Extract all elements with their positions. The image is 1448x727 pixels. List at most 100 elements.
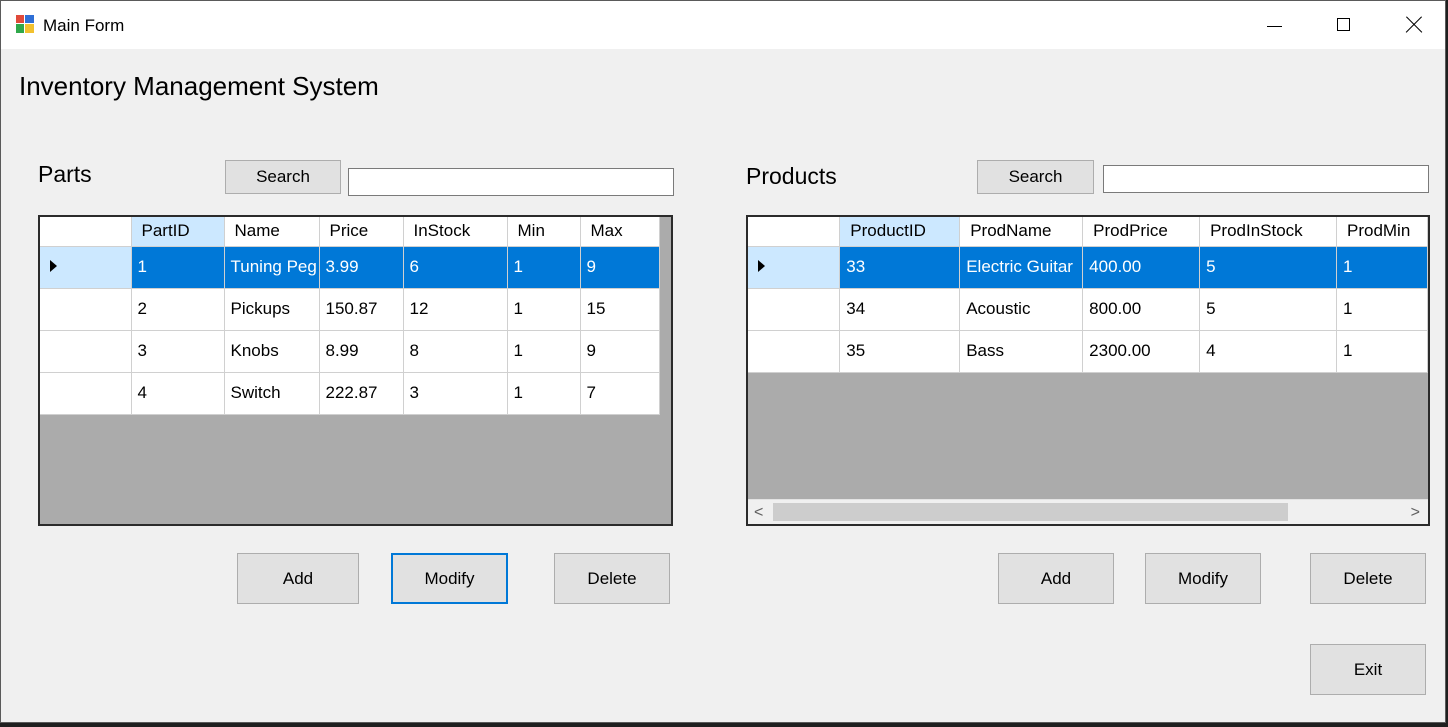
products-cell[interactable]: 2300.00 — [1082, 330, 1201, 373]
products-delete-button[interactable]: Delete — [1310, 553, 1426, 604]
products-cell[interactable]: 35 — [839, 330, 961, 373]
parts-modify-button[interactable]: Modify — [391, 553, 508, 604]
products-cell[interactable]: Electric Guitar — [959, 246, 1084, 289]
products-cell[interactable]: 34 — [839, 288, 961, 331]
parts-header-row: PartID Name Price InStock Min Max — [40, 217, 660, 247]
form-app-icon — [16, 15, 34, 33]
parts-col-header[interactable]: PartID — [131, 217, 225, 247]
parts-label: Parts — [38, 161, 92, 187]
parts-col-header[interactable]: Price — [319, 217, 404, 247]
current-row-arrow-icon — [50, 260, 57, 272]
scrollbar-thumb[interactable] — [773, 503, 1288, 521]
row-header[interactable] — [748, 288, 841, 331]
close-icon — [1406, 17, 1422, 33]
row-header[interactable] — [748, 330, 841, 373]
title-bar[interactable]: Main Form — [1, 1, 1445, 49]
parts-row[interactable]: 3 Knobs 8.99 8 1 9 — [40, 330, 660, 373]
scroll-left-icon[interactable]: < — [754, 504, 763, 522]
parts-col-header[interactable]: Min — [507, 217, 581, 247]
products-corner-header[interactable] — [748, 217, 841, 247]
products-search-button[interactable]: Search — [977, 160, 1094, 194]
parts-cell[interactable]: 150.87 — [319, 288, 404, 331]
parts-corner-header[interactable] — [40, 217, 132, 247]
parts-row[interactable]: 4 Switch 222.87 3 1 7 — [40, 372, 660, 415]
products-search-input[interactable] — [1103, 165, 1429, 193]
maximize-button[interactable] — [1309, 1, 1379, 49]
parts-cell[interactable]: 12 — [403, 288, 508, 331]
products-col-header[interactable]: ProductID — [839, 217, 961, 247]
parts-cell[interactable]: 222.87 — [319, 372, 404, 415]
products-cell[interactable]: 400.00 — [1082, 246, 1201, 289]
products-modify-button[interactable]: Modify — [1145, 553, 1261, 604]
products-cell[interactable]: Acoustic — [959, 288, 1084, 331]
parts-col-header[interactable]: Name — [224, 217, 320, 247]
products-col-header[interactable]: ProdName — [959, 217, 1084, 247]
exit-button[interactable]: Exit — [1310, 644, 1426, 695]
products-horizontal-scrollbar[interactable]: < > — [748, 499, 1428, 524]
parts-cell[interactable]: 4 — [131, 372, 225, 415]
row-header[interactable] — [40, 330, 132, 373]
close-button[interactable] — [1379, 1, 1448, 49]
parts-cell[interactable]: 1 — [507, 330, 581, 373]
row-header[interactable] — [40, 372, 132, 415]
parts-search-button[interactable]: Search — [225, 160, 341, 194]
parts-cell[interactable]: 8 — [403, 330, 508, 373]
products-cell[interactable]: Bass — [959, 330, 1084, 373]
minimize-icon — [1267, 26, 1282, 27]
row-header[interactable] — [40, 246, 132, 289]
parts-cell[interactable]: 6 — [403, 246, 508, 289]
parts-cell[interactable]: 1 — [507, 372, 581, 415]
products-header-row: ProductID ProdName ProdPrice ProdInStock… — [748, 217, 1428, 247]
row-header[interactable] — [40, 288, 132, 331]
products-row[interactable]: 35 Bass 2300.00 4 1 — [748, 330, 1428, 373]
products-row[interactable]: 33 Electric Guitar 400.00 5 1 — [748, 246, 1428, 289]
products-col-header[interactable]: ProdInStock — [1199, 217, 1337, 247]
products-label: Products — [746, 163, 837, 189]
scroll-right-icon[interactable]: > — [1411, 504, 1420, 522]
parts-cell[interactable]: Switch — [224, 372, 320, 415]
products-col-header[interactable]: ProdMin — [1336, 217, 1428, 247]
minimize-button[interactable] — [1239, 1, 1309, 49]
window-title: Main Form — [43, 16, 125, 35]
parts-search-input[interactable] — [348, 168, 674, 196]
parts-cell[interactable]: 3.99 — [319, 246, 404, 289]
parts-cell[interactable]: 8.99 — [319, 330, 404, 373]
products-cell[interactable]: 800.00 — [1082, 288, 1201, 331]
products-cell[interactable]: 5 — [1199, 288, 1337, 331]
parts-row[interactable]: 2 Pickups 150.87 12 1 15 — [40, 288, 660, 331]
products-col-header[interactable]: ProdPrice — [1082, 217, 1201, 247]
parts-cell[interactable]: 3 — [131, 330, 225, 373]
products-add-button[interactable]: Add — [998, 553, 1114, 604]
parts-cell[interactable]: 15 — [580, 288, 660, 331]
parts-col-header[interactable]: Max — [580, 217, 660, 247]
products-cell[interactable]: 1 — [1336, 330, 1428, 373]
parts-cell[interactable]: 9 — [580, 246, 660, 289]
products-grid[interactable]: ProductID ProdName ProdPrice ProdInStock… — [746, 215, 1430, 526]
main-form-window: Main Form Inventory Management System Pa… — [0, 0, 1446, 723]
products-cell[interactable]: 4 — [1199, 330, 1337, 373]
parts-cell[interactable]: Pickups — [224, 288, 320, 331]
parts-cell[interactable]: 1 — [507, 246, 581, 289]
parts-grid[interactable]: PartID Name Price InStock Min Max 1 Tuni… — [38, 215, 673, 526]
parts-cell[interactable]: 1 — [507, 288, 581, 331]
parts-delete-button[interactable]: Delete — [554, 553, 670, 604]
parts-cell[interactable]: Tuning Peg — [224, 246, 320, 289]
parts-row[interactable]: 1 Tuning Peg 3.99 6 1 9 — [40, 246, 660, 289]
row-header[interactable] — [748, 246, 841, 289]
products-cell[interactable]: 5 — [1199, 246, 1337, 289]
products-cell[interactable]: 1 — [1336, 246, 1428, 289]
parts-add-button[interactable]: Add — [237, 553, 359, 604]
parts-col-header[interactable]: InStock — [403, 217, 508, 247]
app-title: Inventory Management System — [19, 71, 379, 101]
parts-cell[interactable]: 1 — [131, 246, 225, 289]
products-row[interactable]: 34 Acoustic 800.00 5 1 — [748, 288, 1428, 331]
products-cell[interactable]: 1 — [1336, 288, 1428, 331]
parts-cell[interactable]: 3 — [403, 372, 508, 415]
products-cell[interactable]: 33 — [839, 246, 961, 289]
maximize-icon — [1337, 18, 1350, 31]
parts-cell[interactable]: Knobs — [224, 330, 320, 373]
parts-cell[interactable]: 2 — [131, 288, 225, 331]
parts-table: PartID Name Price InStock Min Max 1 Tuni… — [40, 217, 660, 415]
parts-cell[interactable]: 9 — [580, 330, 660, 373]
parts-cell[interactable]: 7 — [580, 372, 660, 415]
